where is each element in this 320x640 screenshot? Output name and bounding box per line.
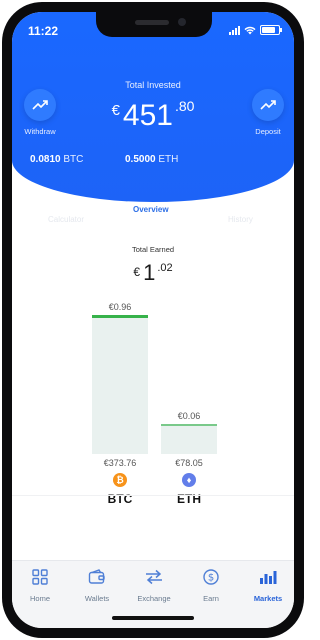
btc-balance: 0.0810 BTC [30, 154, 83, 165]
status-bar: 11:22 [12, 24, 294, 40]
btc-invested-label: €373.76 [103, 458, 137, 468]
earned-decimal: .02 [157, 262, 173, 274]
nav-item-exchange[interactable]: Exchange [126, 569, 182, 603]
app-screen: 11:22 Withdraw Deposit Total Invested €4… [12, 12, 294, 628]
btc-balance-value: 0.0810 [30, 154, 61, 165]
nav-item-markets[interactable]: Markets [240, 569, 294, 603]
total-invested-amount: €451.80 [12, 98, 294, 133]
eth-balance-value: 0.5000 [125, 154, 156, 165]
signal-icon [229, 25, 240, 35]
amount-decimal: .80 [174, 98, 195, 114]
btc-bar [92, 316, 148, 454]
eth-invested-label: €78.05 [175, 458, 203, 468]
eth-balance: 0.5000 ETH [125, 154, 178, 165]
exchange-icon [146, 569, 162, 585]
grid-icon [32, 569, 48, 585]
dollar-icon: $ [203, 569, 219, 585]
tab-overview[interactable]: Overview [133, 205, 169, 214]
wifi-icon [244, 26, 256, 34]
nav-label-wallets: Wallets [84, 594, 110, 603]
nav-item-wallets[interactable]: Wallets [69, 569, 125, 603]
wallet-icon [88, 569, 105, 584]
ethereum-icon: ♦ [182, 473, 196, 487]
btc-balance-symbol: BTC [63, 154, 84, 165]
nav-item-home[interactable]: Home [12, 569, 68, 603]
nav-item-earn[interactable]: $ Earn [183, 569, 239, 603]
btc-earned-line [92, 315, 148, 318]
invested-earned-chart: €0.96 €373.76 ₿ BTC €0.06 €78.05 ♦ ETH [12, 282, 294, 512]
svg-text:$: $ [208, 573, 214, 584]
total-invested-label: Total Invested [125, 80, 181, 90]
earned-currency-symbol: € [133, 265, 141, 279]
eth-earned-label: €0.06 [177, 411, 201, 422]
content-divider [12, 495, 294, 496]
segment-tabs: Calculator Overview History [12, 205, 294, 224]
bitcoin-icon: ₿ [113, 473, 127, 487]
nav-label-earn: Earn [203, 594, 219, 603]
tab-calculator[interactable]: Calculator [48, 215, 84, 224]
nav-label-markets: Markets [253, 594, 283, 603]
eth-bar [161, 425, 217, 454]
home-indicator [112, 616, 194, 620]
nav-label-exchange: Exchange [137, 594, 171, 603]
total-earned-label: Total Earned [131, 245, 175, 254]
battery-icon [260, 25, 282, 35]
nav-label-home: Home [29, 594, 50, 603]
eth-balance-symbol: ETH [158, 154, 179, 165]
bar-chart-icon [260, 571, 277, 584]
status-time: 11:22 [28, 24, 59, 38]
status-icons [229, 25, 282, 35]
amount-integer: 451 [122, 99, 173, 132]
btc-earned-label: €0.96 [108, 302, 132, 312]
eth-earned-line [161, 424, 217, 426]
tab-history[interactable]: History [228, 215, 253, 224]
currency-symbol: € [111, 102, 120, 119]
